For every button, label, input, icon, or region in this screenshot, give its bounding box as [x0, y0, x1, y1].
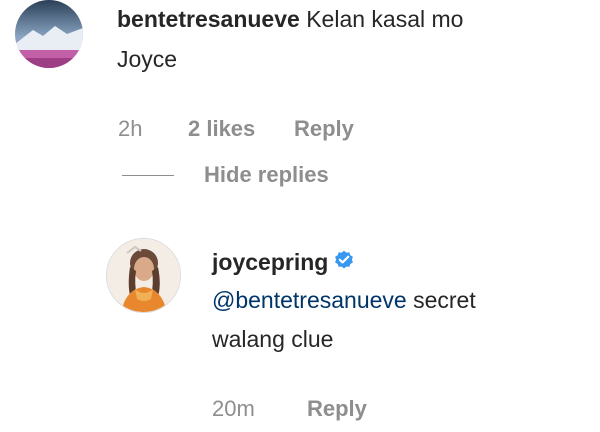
reply-author-avatar[interactable]	[106, 238, 181, 313]
reply-text-line2: walang clue	[212, 326, 334, 352]
hide-replies-button[interactable]: Hide replies	[204, 160, 329, 190]
comments-thread: bentetresanueve Kelan kasal mo Joyce 2h …	[0, 0, 600, 432]
reply-text-rest: secret	[406, 287, 476, 313]
reply-text-line1: @bentetresanueve secret	[212, 283, 476, 317]
comment-likes-count[interactable]: 2 likes	[188, 114, 255, 144]
landscape-avatar-image	[15, 0, 83, 68]
verified-badge-icon	[334, 245, 354, 279]
reply-label: Reply	[307, 396, 367, 421]
reply-timestamp[interactable]: 20m	[212, 394, 255, 424]
reply-header: joycepring	[212, 245, 354, 279]
replies-divider-line	[122, 175, 174, 176]
commenter-username[interactable]: bentetresanueve	[117, 6, 300, 32]
reply-label: Reply	[294, 116, 354, 141]
comment-timestamp[interactable]: 2h	[118, 114, 142, 144]
reply-reply-button[interactable]: Reply	[307, 394, 367, 424]
comment-reply-button[interactable]: Reply	[294, 114, 354, 144]
mention-link[interactable]: @bentetresanueve	[212, 287, 407, 313]
reply-author-username[interactable]: joycepring	[212, 249, 328, 275]
comment-text-line2: Joyce	[117, 46, 178, 72]
portrait-avatar-image	[107, 239, 180, 312]
hide-replies-label: Hide replies	[204, 162, 329, 187]
commenter-avatar[interactable]	[15, 0, 83, 68]
likes-label: 2 likes	[188, 116, 256, 141]
comment-text-line1: Kelan kasal mo	[306, 6, 464, 32]
comment-body: bentetresanueve Kelan kasal mo	[117, 2, 463, 36]
